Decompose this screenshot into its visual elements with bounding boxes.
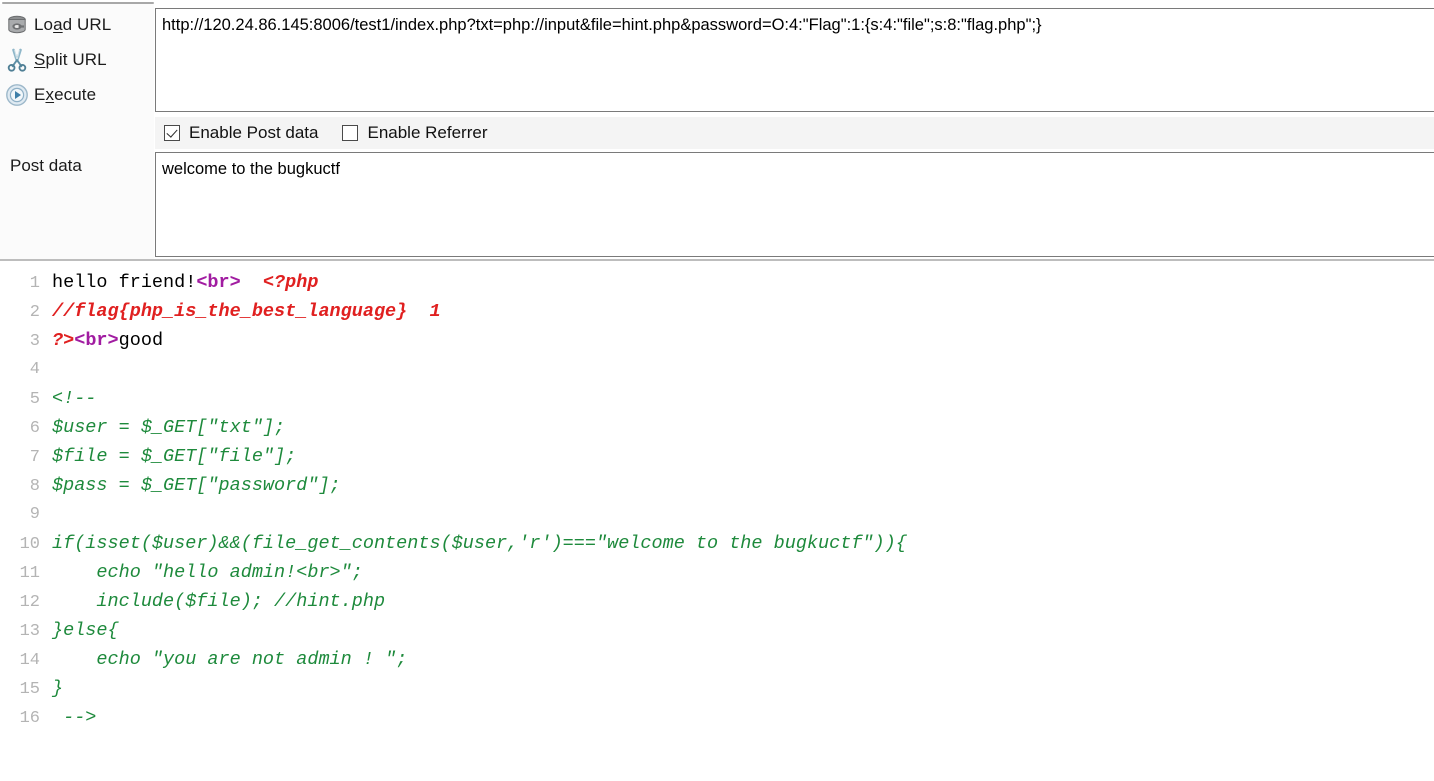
execute-label: Execute <box>34 85 96 105</box>
page-source-listing: 1 hello friend!<br> <?php 2//flag{php_is_t… <box>0 268 1434 781</box>
panel-bottom-divider <box>0 259 1434 261</box>
line-number: 7 <box>29 448 40 467</box>
code-line: 5 <!-- <box>0 384 1434 413</box>
line-content: <!-- <box>52 384 96 413</box>
line-number: 14 <box>19 651 40 670</box>
line-number: 4 <box>29 360 40 379</box>
checkbox-checked-icon[interactable] <box>164 125 180 141</box>
code-line: 6 $user = $_GET["txt"]; <box>0 413 1434 442</box>
code-token: <?php <box>240 272 319 293</box>
line-number: 2 <box>29 303 40 322</box>
line-content: $pass = $_GET["password"]; <box>52 471 341 500</box>
code-token: good <box>118 330 164 351</box>
code-line: 16 --> <box>0 703 1434 732</box>
code-line: 7 $file = $_GET["file"]; <box>0 442 1434 471</box>
code-token: } <box>52 678 64 699</box>
line-content: if(isset($user)&&(file_get_contents($use… <box>52 529 907 558</box>
enable-post-data-checkbox[interactable]: Enable Post data <box>164 123 318 143</box>
checkbox-unchecked-icon[interactable] <box>342 125 359 141</box>
line-number: 3 <box>29 332 40 351</box>
line-content: echo "you are not admin ! "; <box>52 645 407 674</box>
line-content: //flag{php_is_the_best_language} 1 <box>52 297 441 326</box>
line-number: 10 <box>19 535 40 554</box>
execute-label-key: x <box>45 85 55 104</box>
line-number: 16 <box>19 709 40 728</box>
split-url-button[interactable]: Split URL <box>0 45 154 75</box>
code-token: include($file); //hint.php <box>52 591 386 612</box>
code-line: 13 }else{ <box>0 616 1434 645</box>
code-token: $file = $_GET["file"]; <box>52 446 297 467</box>
line-content: include($file); //hint.php <box>52 587 385 616</box>
code-line: 11 echo "hello admin!<br>"; <box>0 558 1434 587</box>
code-line: 15} <box>0 674 1434 703</box>
execute-button[interactable]: Execute <box>0 80 154 110</box>
enable-referrer-label: Enable Referrer <box>367 123 488 142</box>
execute-label-post: ecute <box>54 85 97 104</box>
line-content: echo "hello admin!<br>"; <box>52 558 363 587</box>
scissors-icon <box>0 47 34 73</box>
options-strip: Enable Post data Enable Referrer <box>155 117 1434 149</box>
split-url-label: Split URL <box>34 50 107 70</box>
code-token: //flag{php_is_the_best_language} 1 <box>52 301 441 322</box>
code-token: echo "hello admin!<br>"; <box>52 562 363 583</box>
url-input[interactable]: http://120.24.86.145:8006/test1/index.ph… <box>155 8 1434 112</box>
line-content: }else{ <box>52 616 119 645</box>
code-token: if(isset($user)&&(file_get_contents($use… <box>52 533 907 554</box>
line-number: 11 <box>19 564 40 583</box>
line-content: hello friend!<br> <?php <box>52 268 318 297</box>
code-token: hello friend! <box>52 272 197 293</box>
split-url-label-key: S <box>34 50 46 69</box>
code-token: <!-- <box>52 388 97 409</box>
code-line: 12 include($file); //hint.php <box>0 587 1434 616</box>
line-number: 9 <box>29 505 40 524</box>
line-content: } <box>52 674 63 703</box>
load-url-label-key: a <box>53 15 63 34</box>
code-line: 14 echo "you are not admin ! "; <box>0 645 1434 674</box>
split-url-label-post: plit URL <box>45 50 107 69</box>
code-line: 9 <box>0 500 1434 529</box>
hackbar-action-column: Load URL Split URL Execute Post data <box>0 4 154 259</box>
code-line: 8 $pass = $_GET["password"]; <box>0 471 1434 500</box>
code-line: 10 if(isset($user)&&(file_get_contents($u… <box>0 529 1434 558</box>
code-token: ?> <box>52 330 75 351</box>
load-url-label: Load URL <box>34 15 111 35</box>
code-line: 4 <box>0 355 1434 384</box>
code-token: <br> <box>196 272 241 293</box>
enable-referrer-checkbox[interactable]: Enable Referrer <box>342 123 488 143</box>
line-number: 13 <box>19 622 40 641</box>
post-data-label: Post data <box>10 156 82 175</box>
load-url-label-pre: Lo <box>34 15 54 34</box>
code-line: 1 hello friend!<br> <?php <box>0 268 1434 297</box>
enable-post-data-label: Enable Post data <box>189 123 319 142</box>
line-number: 12 <box>19 593 40 612</box>
line-content: $user = $_GET["txt"]; <box>52 413 285 442</box>
line-number: 8 <box>29 477 40 496</box>
code-token: }else{ <box>52 620 119 641</box>
code-line: 3 ?><br>good <box>0 326 1434 355</box>
post-data-input[interactable]: welcome to the bugkuctf <box>155 152 1434 257</box>
code-token: <br> <box>74 330 119 351</box>
play-circle-icon <box>0 82 34 108</box>
line-number: 1 <box>29 274 40 293</box>
line-content: --> <box>52 703 96 732</box>
line-content: ?><br>good <box>52 326 163 355</box>
execute-label-pre: E <box>34 85 46 104</box>
line-number: 6 <box>29 419 40 438</box>
code-token: $pass = $_GET["password"]; <box>52 475 341 496</box>
line-number: 15 <box>19 680 40 699</box>
database-icon <box>0 12 34 38</box>
load-url-button[interactable]: Load URL <box>0 10 154 40</box>
hackbar-panel: Load URL Split URL Execute Post data htt… <box>0 0 1434 261</box>
code-line: 2 //flag{php_is_the_best_language} 1 <box>0 297 1434 326</box>
line-number: 5 <box>29 390 40 409</box>
line-content: $file = $_GET["file"]; <box>52 442 296 471</box>
code-token: echo "you are not admin ! "; <box>52 649 408 670</box>
code-token: $user = $_GET["txt"]; <box>52 417 286 438</box>
load-url-label-post: d URL <box>62 15 112 34</box>
code-token: --> <box>52 707 97 728</box>
